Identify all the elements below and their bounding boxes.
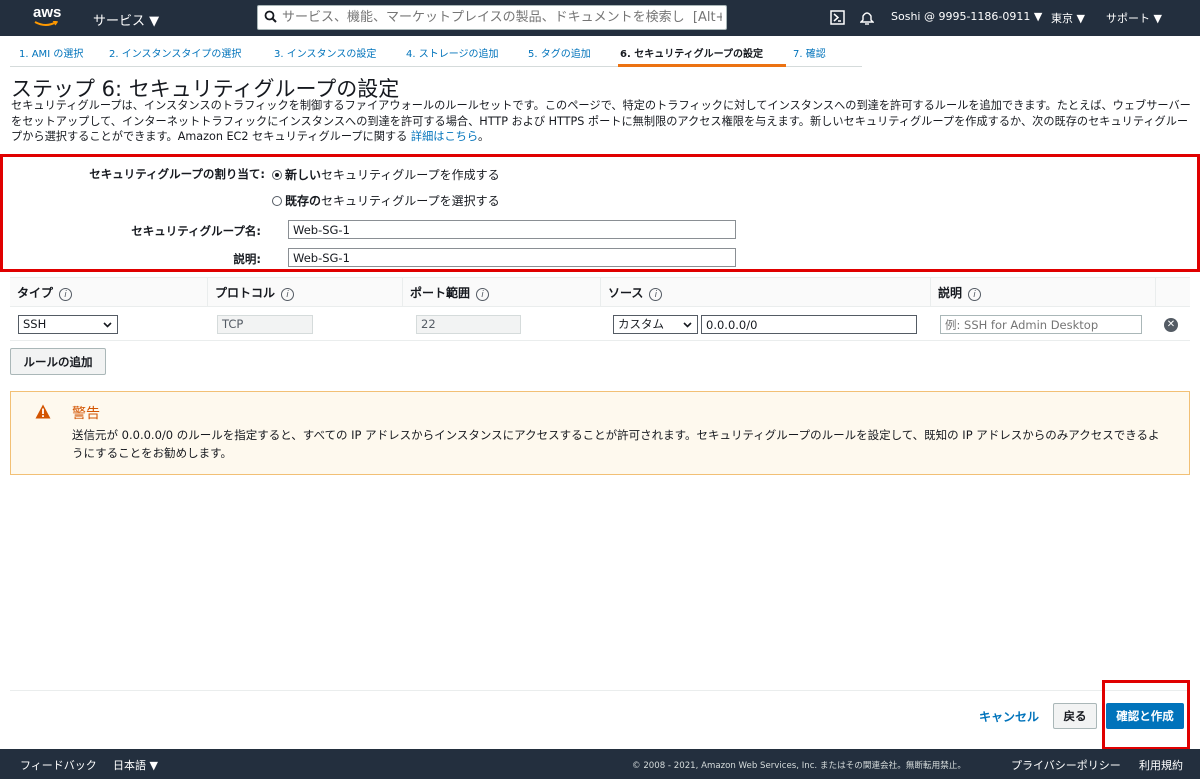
row-divider — [10, 340, 1190, 341]
step-tab-ami[interactable]: 1. AMI の選択 — [19, 45, 83, 60]
group-desc-input[interactable] — [288, 248, 736, 267]
info-icon[interactable]: i — [281, 288, 295, 301]
rule-source-cidr-input[interactable] — [701, 315, 917, 334]
copyright-text: © 2008 - 2021, Amazon Web Services, Inc.… — [632, 761, 966, 771]
radio-selected-icon — [272, 170, 282, 180]
search-input[interactable] — [282, 8, 722, 27]
language-select[interactable]: 日本語 ▼ — [113, 757, 158, 773]
group-name-input[interactable] — [288, 220, 736, 239]
step-tab-review[interactable]: 7. 確認 — [793, 45, 826, 60]
header-type: タイプ i — [17, 284, 73, 301]
header-desc-label: 説明 — [938, 286, 963, 300]
description-text: セキュリティグループは、インスタンスのトラフィックを制御するファイアウォールのル… — [11, 99, 1191, 143]
radio-existing-bold: 既存の — [285, 194, 322, 208]
highlight-frame-create-button — [1102, 680, 1190, 750]
step-tab-instance-type[interactable]: 2. インスタンスタイプの選択 — [109, 45, 241, 60]
header-protocol: プロトコル i — [215, 284, 295, 301]
chevron-down-icon — [683, 322, 692, 328]
feedback-link[interactable]: フィードバック — [20, 757, 97, 773]
back-button[interactable]: 戻る — [1053, 703, 1097, 729]
terms-link[interactable]: 利用規約 — [1139, 757, 1183, 773]
active-step-indicator — [618, 64, 786, 67]
support-menu[interactable]: サポート ▼ — [1106, 10, 1162, 26]
radio-unselected-icon — [272, 196, 282, 206]
header-description: 説明 i — [938, 284, 982, 301]
column-divider — [930, 278, 931, 306]
aws-logo[interactable]: aws — [33, 4, 73, 32]
radio-existing-group[interactable]: 既存のセキュリティグループを選択する — [272, 192, 500, 209]
warning-alert: 警告 送信元が 0.0.0.0/0 のルールを指定すると、すべての IP アドレ… — [10, 391, 1190, 475]
warning-icon — [35, 404, 51, 419]
header-source: ソース i — [608, 284, 663, 301]
assign-label: セキュリティグループの割り当て: — [89, 167, 265, 181]
description-end: 。 — [478, 130, 490, 143]
warning-text: 送信元が 0.0.0.0/0 のルールを指定すると、すべての IP アドレスから… — [72, 428, 1160, 460]
rule-type-value: SSH — [23, 317, 47, 331]
cancel-link[interactable]: キャンセル — [979, 708, 1039, 725]
delete-rule-icon[interactable]: ✕ — [1164, 318, 1178, 332]
action-divider — [10, 690, 1190, 691]
rule-source-select[interactable]: カスタム — [613, 315, 698, 334]
rules-table-header: タイプ i プロトコル i ポート範囲 i ソース i 説明 i — [10, 277, 1190, 307]
search-icon — [264, 10, 277, 23]
chevron-down-icon — [103, 322, 112, 328]
info-icon[interactable]: i — [59, 288, 73, 301]
rule-type-select[interactable]: SSH — [18, 315, 118, 334]
step-tab-storage[interactable]: 4. ストレージの追加 — [406, 45, 499, 60]
header-type-label: タイプ — [17, 286, 54, 300]
aws-smile-icon — [34, 21, 58, 26]
column-divider — [207, 278, 208, 306]
details-link[interactable]: 詳細はこちら — [411, 130, 478, 143]
rule-protocol-field: TCP — [217, 315, 313, 334]
header-port-range: ポート範囲 i — [410, 284, 490, 301]
bell-icon[interactable] — [860, 10, 874, 25]
header-protocol-label: プロトコル — [215, 286, 276, 300]
rule-description-input[interactable] — [940, 315, 1142, 334]
search-box[interactable] — [257, 5, 727, 30]
info-icon[interactable]: i — [476, 288, 490, 301]
radio-new-group[interactable]: 新しいセキュリティグループを作成する — [272, 166, 500, 183]
step-tab-tags[interactable]: 5. タグの追加 — [528, 45, 591, 60]
step-tab-security-group[interactable]: 6. セキュリティグループの設定 — [620, 45, 763, 60]
aws-logo-text: aws — [33, 4, 62, 21]
column-divider — [600, 278, 601, 306]
info-icon[interactable]: i — [649, 288, 663, 301]
cloudshell-icon[interactable] — [830, 10, 845, 25]
group-name-label: セキュリティグループ名: — [131, 224, 261, 238]
warning-title: 警告 — [72, 406, 100, 422]
header-source-label: ソース — [608, 286, 644, 300]
rule-source-value: カスタム — [618, 317, 664, 331]
footer-bar: フィードバック 日本語 ▼ © 2008 - 2021, Amazon Web … — [0, 749, 1200, 779]
info-icon[interactable]: i — [968, 288, 982, 301]
region-menu[interactable]: 東京 ▼ — [1051, 10, 1085, 26]
radio-existing-label: セキュリティグループを選択する — [321, 194, 500, 208]
column-divider — [402, 278, 403, 306]
top-navigation-bar: aws サービス ▼ Soshi @ 9995-1186-0911 ▼ 東京 ▼… — [0, 0, 1200, 36]
services-menu[interactable]: サービス ▼ — [93, 10, 159, 29]
rule-port-field: 22 — [416, 315, 521, 334]
group-desc-label: 説明: — [233, 252, 261, 266]
account-menu[interactable]: Soshi @ 9995-1186-0911 ▼ — [891, 10, 1042, 23]
radio-new-bold: 新しい — [285, 168, 322, 182]
step-tab-instance-config[interactable]: 3. インスタンスの設定 — [274, 45, 376, 60]
column-divider — [1155, 278, 1156, 306]
header-port-label: ポート範囲 — [410, 286, 471, 300]
radio-new-label: セキュリティグループを作成する — [321, 168, 500, 182]
privacy-link[interactable]: プライバシーポリシー — [1011, 757, 1121, 773]
page-description: セキュリティグループは、インスタンスのトラフィックを制御するファイアウォールのル… — [11, 98, 1193, 145]
add-rule-button[interactable]: ルールの追加 — [10, 348, 106, 375]
wizard-steps: 1. AMI の選択 2. インスタンスタイプの選択 3. インスタンスの設定 … — [10, 40, 862, 67]
